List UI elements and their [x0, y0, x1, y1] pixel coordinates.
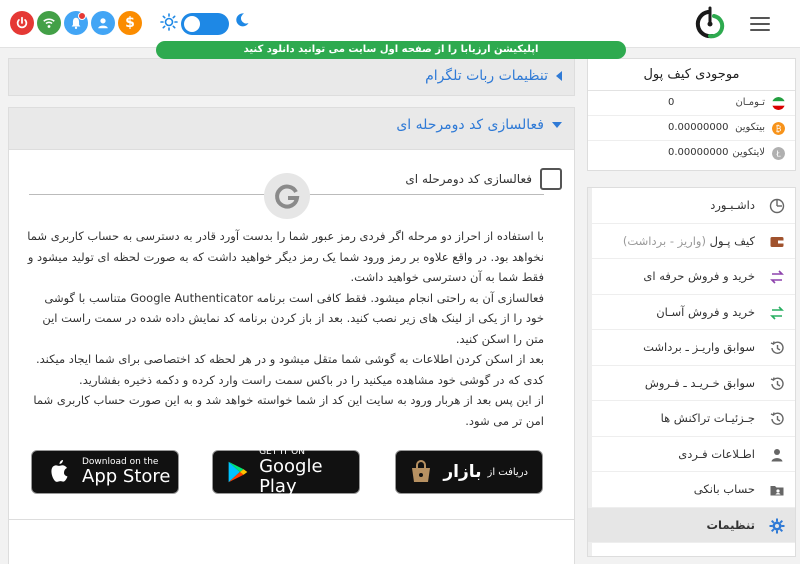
sun-icon	[160, 13, 178, 31]
sidebar-item-easy-trade[interactable]: خرید و فروش آسـان	[588, 295, 795, 330]
exchange-pro-icon	[770, 270, 784, 284]
bazaar-badge[interactable]: دریافت از بازار	[395, 450, 543, 494]
site-logo[interactable]	[688, 6, 732, 42]
desc-paragraph: فعالسازی آن به راحتی انجام میشود. فقط کا…	[42, 290, 544, 346]
twofa-checkbox-row[interactable]: فعالسازی کد دومرحله ای	[405, 168, 562, 190]
sidebar-item-label: حساب بانکی	[693, 482, 755, 496]
appstore-big-text: App Store	[82, 466, 171, 487]
sidebar-item-label: کیف پـول	[709, 233, 755, 248]
store-badges: Download on the App Store GET IT ON Goog…	[31, 447, 544, 497]
telegram-section-title: تنظیمات ربات تلگرام	[425, 68, 548, 84]
svg-text:Ł: Ł	[775, 150, 781, 159]
currency-symbol: $	[125, 15, 135, 31]
app-store-badge[interactable]: Download on the App Store	[31, 450, 179, 494]
twofa-checkbox[interactable]	[540, 168, 562, 190]
sidebar-item-label: جـزئیـات تراکنش ها	[660, 411, 755, 425]
moon-icon	[236, 13, 249, 27]
iran-flag-icon	[772, 97, 785, 110]
dashboard-icon	[769, 198, 785, 214]
desc-paragraph: با استفاده از احراز دو مرحله اگر فردی رم…	[27, 229, 544, 284]
caret-down-icon	[552, 122, 562, 128]
header-icons: $	[10, 11, 142, 35]
twofa-checkbox-label: فعالسازی کد دومرحله ای	[405, 172, 532, 186]
history-icon	[770, 376, 784, 390]
theme-toggle[interactable]	[181, 13, 229, 35]
exchange-easy-icon	[770, 305, 784, 320]
sidebar-item-label: سوابق واریـز ـ برداشت	[643, 340, 755, 354]
google-play-icon	[228, 461, 248, 483]
sidebar-item-label: خرید و فروش حرفه ای	[643, 269, 755, 283]
bank-icon	[770, 486, 784, 496]
main-content: تنظیمات ربات تلگرام فعالسازی کد دومرحله …	[8, 58, 575, 564]
app-download-banner[interactable]: اپلیکیشن ارزیابا را از صفحه اول سایت می …	[156, 41, 626, 59]
desc-paragraph: بعد از اسکن کردن اطلاعات به گوشی شما متق…	[35, 352, 544, 387]
sidebar-item-personal-info[interactable]: اطـلاعات فـردی	[588, 437, 795, 472]
wallet-row-toman: تـومـان 0	[588, 91, 795, 116]
dollar-icon[interactable]: $	[118, 11, 142, 35]
apple-icon	[51, 460, 68, 482]
google-authenticator-icon	[264, 173, 310, 219]
telegram-settings-card[interactable]: تنظیمات ربات تلگرام	[8, 58, 575, 96]
googleplay-big-text: Google Play	[259, 456, 323, 497]
twofa-card-header[interactable]: فعالسازی کد دومرحله ای	[9, 108, 574, 150]
currency-value: 0.00000000	[668, 122, 729, 133]
toggle-knob	[184, 16, 200, 32]
bazaar-small-text: دریافت از	[487, 466, 529, 478]
sidebar-item-label: سوابق خـریـد ـ فـروش	[644, 375, 755, 390]
person-icon	[771, 448, 783, 461]
desc-paragraph: از این پس بعد از هربار ورود به سایت این …	[33, 393, 544, 428]
currency-value: 0	[668, 97, 675, 108]
notification-badge	[78, 12, 86, 20]
wallet-icon	[770, 236, 784, 247]
card-bottom-divider	[9, 519, 574, 520]
sidebar-item-label: تنظیمات	[706, 517, 756, 532]
currency-name: بیتکوین	[735, 122, 765, 133]
twofa-description: با استفاده از احراز دو مرحله اگر فردی رم…	[24, 226, 544, 431]
wifi-icon[interactable]	[37, 11, 61, 35]
currency-name: تـومـان	[735, 97, 765, 108]
wallet-row-litecoin: Ł لایتکوین 0.00000000	[588, 141, 795, 166]
sidebar-item-label: خرید و فروش آسـان	[656, 304, 755, 319]
telegram-section-header[interactable]: تنظیمات ربات تلگرام	[425, 68, 562, 84]
sidebar-item-label: داشـبـورد	[710, 198, 755, 212]
sidebar-item-sublabel: (واریز - برداشت)	[622, 233, 710, 248]
currency-name: لایتکوین	[732, 147, 765, 158]
sidebar-item-transactions[interactable]: جـزئیـات تراکنش ها	[588, 401, 795, 437]
twofa-card: فعالسازی کد دومرحله ای فعالسازی کد دومرح…	[8, 107, 575, 564]
settings-icon	[769, 518, 785, 533]
sidebar-item-trade-history[interactable]: سوابق خـریـد ـ فـروش	[588, 366, 795, 401]
sidebar-item-bank-account[interactable]: حساب بانکی	[588, 472, 795, 508]
sidebar-item-deposit-history[interactable]: سوابق واریـز ـ برداشت	[588, 330, 795, 366]
power-icon[interactable]	[10, 11, 34, 35]
sidebar-item-wallet[interactable]: کیف پـول (واریز - برداشت)	[588, 224, 795, 259]
litecoin-icon: Ł	[772, 147, 785, 160]
history-icon	[770, 341, 784, 354]
history-icon	[770, 412, 784, 425]
svg-text:₿: ₿	[776, 125, 782, 134]
google-play-badge[interactable]: GET IT ON Google Play	[212, 447, 360, 497]
wallet-panel: موجودی کیف پول تـومـان 0 ₿ بیتکوین 0.000…	[587, 58, 796, 171]
bitcoin-icon: ₿	[772, 122, 785, 135]
currency-value: 0.00000000	[668, 147, 729, 158]
sidebar-item-dashboard[interactable]: داشـبـورد	[588, 188, 795, 224]
bazaar-big-text: بازار	[443, 462, 482, 482]
sidebar-item-label: اطـلاعات فـردی	[678, 446, 755, 461]
twofa-section-header[interactable]: فعالسازی کد دومرحله ای	[396, 117, 562, 133]
twofa-section-title: فعالسازی کد دومرحله ای	[396, 117, 544, 133]
sidebar-item-pro-trade[interactable]: خرید و فروش حرفه ای	[588, 259, 795, 295]
wallet-row-bitcoin: ₿ بیتکوین 0.00000000	[588, 116, 795, 141]
sidebar-item-settings[interactable]: تنظیمات	[588, 507, 795, 543]
user-icon[interactable]	[91, 11, 115, 35]
bazaar-bag-icon	[412, 460, 431, 482]
sidebar-item-label-wrap: کیف پـول (واریز - برداشت)	[623, 234, 755, 248]
notification-icon[interactable]	[64, 11, 88, 35]
caret-left-icon	[556, 71, 562, 81]
sidebar-menu: داشـبـورد کیف پـول (واریز - برداشت) خرید…	[587, 187, 796, 557]
wallet-title: موجودی کیف پول	[588, 59, 795, 91]
hamburger-menu-icon[interactable]	[750, 17, 770, 31]
